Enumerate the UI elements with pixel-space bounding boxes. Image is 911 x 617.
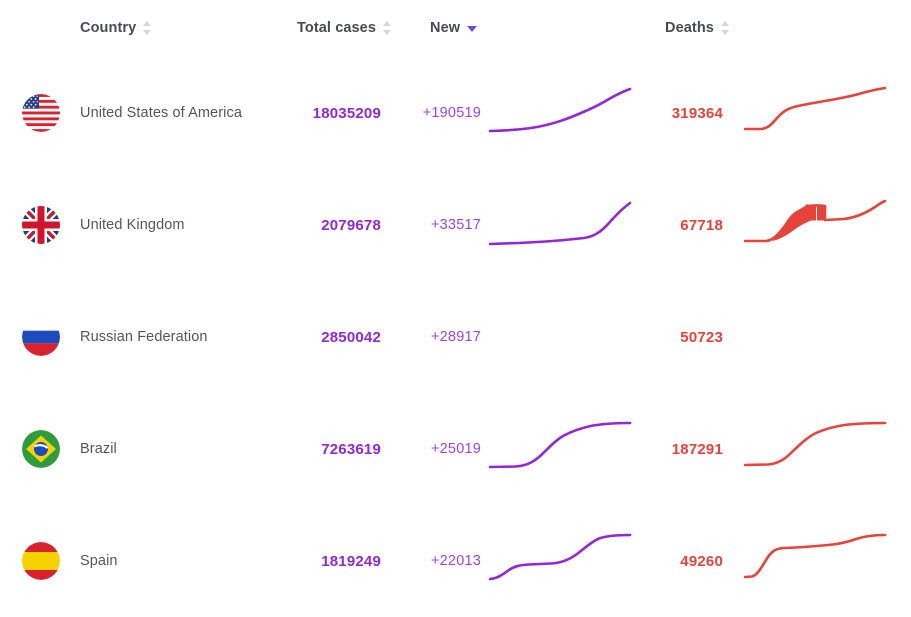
- table-row[interactable]: Spain 1819249 +22013 49260: [0, 505, 911, 617]
- column-header-deaths-label: Deaths: [665, 20, 714, 36]
- new-cases-cell: +22013: [396, 505, 481, 617]
- sort-both-icon[interactable]: [143, 21, 152, 35]
- country-name-cell: United Kingdom: [80, 169, 290, 281]
- deaths-sparkline-chart: [744, 199, 887, 243]
- deaths-sparkline-chart: [744, 421, 887, 467]
- cases-sparkline-cell: [489, 505, 634, 617]
- sort-down-caret: [720, 30, 729, 35]
- sort-up-caret: [383, 21, 392, 26]
- deaths-sparkline-cell: [744, 505, 889, 617]
- total-cases-cell: 1819249: [281, 505, 381, 617]
- table-row[interactable]: Russian Federation 2850042 +28917 50723: [0, 281, 911, 393]
- new-cases-value: +25019: [431, 441, 481, 457]
- country-name-cell: Russian Federation: [80, 281, 290, 393]
- sort-down-caret: [383, 30, 392, 35]
- flag-spain-icon: [22, 542, 60, 580]
- column-header-country[interactable]: Country: [80, 18, 152, 38]
- deaths-sparkline-cell: [744, 169, 889, 281]
- new-cases-value: +22013: [431, 553, 481, 569]
- new-cases-cell: +190519: [396, 57, 481, 169]
- deaths-cell: 49260: [630, 505, 723, 617]
- deaths-sparkline-chart: [744, 86, 887, 131]
- flag-brazil-icon: [22, 430, 60, 468]
- flag-russia-icon: [22, 318, 60, 356]
- deaths-sparkline-cell: [744, 393, 889, 505]
- country-name: Spain: [80, 553, 118, 569]
- total-cases-value: 7263619: [321, 440, 381, 458]
- total-cases-value: 1819249: [321, 552, 381, 570]
- deaths-value: 50723: [680, 328, 723, 346]
- cases-sparkline-cell: [489, 281, 634, 393]
- column-header-deaths[interactable]: Deaths: [665, 18, 730, 38]
- new-cases-value: +190519: [422, 105, 481, 121]
- flag-united-states-icon: [22, 94, 60, 132]
- country-name: United States of America: [80, 105, 242, 121]
- total-cases-cell: 7263619: [281, 393, 381, 505]
- total-cases-value: 18035209: [312, 104, 381, 122]
- country-name-cell: Brazil: [80, 393, 290, 505]
- column-header-country-label: Country: [80, 20, 137, 36]
- country-name-cell: Spain: [80, 505, 290, 617]
- sort-up-caret: [720, 21, 729, 26]
- deaths-sparkline-anomaly-spikes: [772, 204, 825, 241]
- deaths-value: 67718: [680, 216, 723, 234]
- flag-united-kingdom-icon: [22, 206, 60, 244]
- country-flag-cell: [20, 393, 62, 505]
- total-cases-value: 2850042: [321, 328, 381, 346]
- sort-down-caret: [143, 30, 152, 35]
- new-cases-cell: +33517: [396, 169, 481, 281]
- deaths-cell: 50723: [630, 281, 723, 393]
- country-flag-cell: [20, 505, 62, 617]
- sort-desc-icon[interactable]: [467, 21, 478, 35]
- cases-sparkline-chart: [489, 201, 632, 246]
- total-cases-cell: 18035209: [281, 57, 381, 169]
- cases-sparkline-chart: [489, 87, 632, 133]
- deaths-sparkline-cell: [744, 281, 889, 393]
- sort-both-icon[interactable]: [383, 21, 392, 35]
- total-cases-value: 2079678: [321, 216, 381, 234]
- cases-sparkline-cell: [489, 169, 634, 281]
- table-header-row: Country Total cases New Deaths: [0, 0, 911, 57]
- deaths-value: 49260: [680, 552, 723, 570]
- deaths-cell: 67718: [630, 169, 723, 281]
- country-flag-cell: [20, 57, 62, 169]
- cases-sparkline-cell: [489, 57, 634, 169]
- total-cases-cell: 2079678: [281, 169, 381, 281]
- country-flag-cell: [20, 281, 62, 393]
- table-row[interactable]: Brazil 7263619 +25019 187291: [0, 393, 911, 505]
- new-cases-cell: +25019: [396, 393, 481, 505]
- column-header-total-cases[interactable]: Total cases: [297, 18, 392, 38]
- country-flag-cell: [20, 169, 62, 281]
- cases-sparkline-chart: [489, 421, 632, 469]
- deaths-cell: 319364: [630, 57, 723, 169]
- new-cases-value: +33517: [431, 217, 481, 233]
- country-name: Brazil: [80, 441, 117, 457]
- column-header-new-label: New: [430, 20, 461, 36]
- country-stats-table: Country Total cases New Deaths United St…: [0, 0, 911, 604]
- country-name-cell: United States of America: [80, 57, 290, 169]
- sort-down-caret: [467, 26, 478, 32]
- sort-up-caret: [143, 21, 152, 26]
- cases-sparkline-cell: [489, 393, 634, 505]
- country-name: United Kingdom: [80, 217, 185, 233]
- column-header-total-cases-label: Total cases: [297, 20, 377, 36]
- deaths-value: 319364: [671, 104, 723, 122]
- new-cases-cell: +28917: [396, 281, 481, 393]
- country-name: Russian Federation: [80, 329, 208, 345]
- cases-sparkline-chart: [489, 533, 632, 581]
- column-header-new[interactable]: New: [430, 18, 478, 38]
- sort-both-icon[interactable]: [720, 21, 730, 35]
- deaths-value: 187291: [671, 440, 723, 458]
- deaths-cell: 187291: [630, 393, 723, 505]
- deaths-sparkline-cell: [744, 57, 889, 169]
- table-row[interactable]: United Kingdom 2079678 +33517 67718: [0, 169, 911, 281]
- new-cases-value: +28917: [431, 329, 481, 345]
- deaths-sparkline-chart: [744, 533, 887, 579]
- total-cases-cell: 2850042: [281, 281, 381, 393]
- table-row[interactable]: United States of America 18035209 +19051…: [0, 57, 911, 169]
